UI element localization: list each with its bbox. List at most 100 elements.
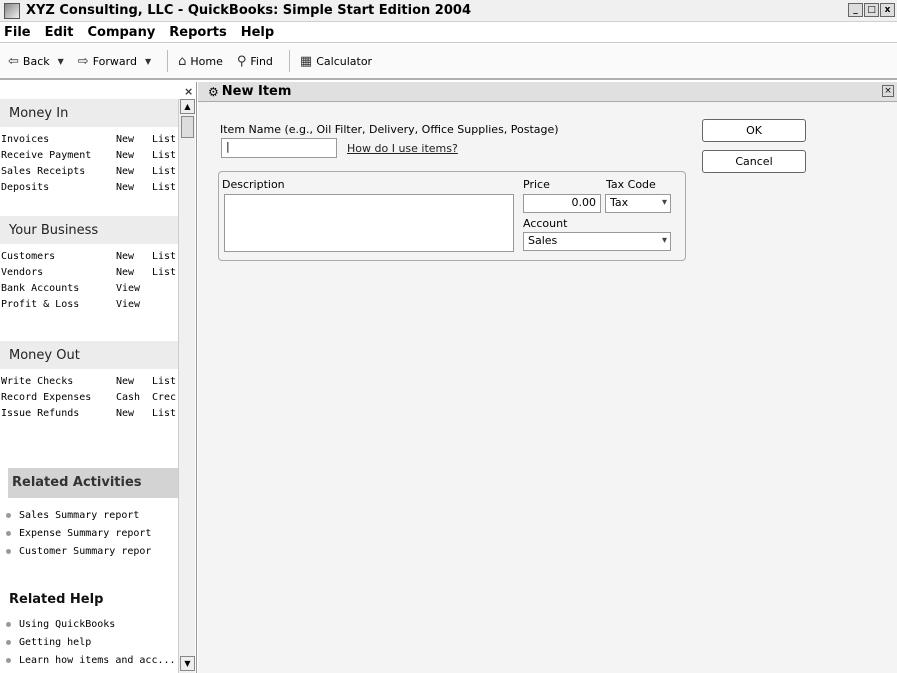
- nav-link-view[interactable]: View: [116, 299, 152, 310]
- menu-help[interactable]: Help: [241, 25, 274, 40]
- scroll-up-icon[interactable]: ▲: [180, 99, 195, 114]
- forward-dropdown-icon[interactable]: ▼: [145, 57, 151, 66]
- list-item: Vendors New List: [0, 264, 178, 280]
- account-select[interactable]: Sales ▾: [523, 232, 671, 251]
- item-name-input[interactable]: |: [221, 138, 337, 158]
- nav-link-write-checks[interactable]: Write Checks: [1, 376, 116, 387]
- bullet-icon: [6, 530, 11, 536]
- menu-edit[interactable]: Edit: [45, 25, 74, 40]
- nav-link-new[interactable]: New: [116, 182, 152, 193]
- scroll-thumb[interactable]: [181, 116, 194, 138]
- nav-link-profit-loss[interactable]: Profit & Loss: [1, 299, 116, 310]
- nav-link-list[interactable]: List: [152, 182, 178, 193]
- price-label: Price: [523, 178, 550, 191]
- nav-link-list[interactable]: List: [152, 150, 178, 161]
- help-link[interactable]: Learn how items and acc...: [19, 655, 176, 666]
- window-title: XYZ Consulting, LLC - QuickBooks: Simple…: [26, 3, 471, 18]
- nav-link-new[interactable]: New: [116, 267, 152, 278]
- nav-link-new[interactable]: New: [116, 251, 152, 262]
- list-item[interactable]: Sales Summary report: [0, 506, 178, 524]
- nav-link-customers[interactable]: Customers: [1, 251, 116, 262]
- nav-link-vendors[interactable]: Vendors: [1, 267, 116, 278]
- close-icon[interactable]: ×: [882, 85, 894, 97]
- nav-link-invoices[interactable]: Invoices: [1, 134, 116, 145]
- chevron-down-icon[interactable]: ▾: [662, 197, 667, 208]
- related-link[interactable]: Expense Summary report: [19, 528, 151, 539]
- new-item-title: New Item: [221, 84, 292, 99]
- new-item-window: ⚙ New Item × Item Name (e.g., Oil Filter…: [198, 82, 897, 673]
- nav-link-list[interactable]: List: [152, 408, 178, 419]
- list-item[interactable]: Customer Summary repor: [0, 542, 178, 560]
- related-help-title: Related Help: [9, 592, 104, 607]
- list-item[interactable]: Using QuickBooks: [0, 615, 178, 633]
- nav-link-new[interactable]: New: [116, 134, 152, 145]
- nav-link-sales-receipts[interactable]: Sales Receipts: [1, 166, 116, 177]
- section-title: Money In: [0, 99, 178, 127]
- chevron-down-icon[interactable]: ▾: [662, 235, 667, 246]
- nav-link-list[interactable]: List: [152, 166, 178, 177]
- forward-button[interactable]: ⇨ Forward ▼: [74, 49, 155, 73]
- close-window-button[interactable]: x: [880, 3, 895, 17]
- nav-link-record-expenses[interactable]: Record Expenses: [1, 392, 116, 403]
- nav-link-list[interactable]: List: [152, 251, 178, 262]
- scroll-down-icon[interactable]: ▼: [180, 656, 195, 671]
- nav-link-new[interactable]: New: [116, 150, 152, 161]
- find-button[interactable]: ⚲ Find: [233, 49, 277, 73]
- section-title: Your Business: [0, 216, 178, 244]
- back-button[interactable]: ⇦ Back ▼: [4, 49, 68, 73]
- nav-link-issue-refunds[interactable]: Issue Refunds: [1, 408, 116, 419]
- list-item[interactable]: Getting help: [0, 633, 178, 651]
- home-button[interactable]: ⌂ Home: [174, 49, 227, 73]
- bullet-icon: [6, 512, 11, 518]
- nav-link-new[interactable]: New: [116, 166, 152, 177]
- menu-company[interactable]: Company: [87, 25, 155, 40]
- nav-link-receive-payment[interactable]: Receive Payment: [1, 150, 116, 161]
- help-link[interactable]: Getting help: [19, 637, 91, 648]
- back-dropdown-icon[interactable]: ▼: [58, 57, 64, 66]
- related-link[interactable]: Sales Summary report: [19, 510, 139, 521]
- navigator-scrollbar[interactable]: ▲ ▼: [178, 99, 195, 673]
- toolbar-separator: [167, 50, 169, 72]
- calculator-button[interactable]: ▦ Calculator: [296, 49, 376, 73]
- nav-link-bank-accounts[interactable]: Bank Accounts: [1, 283, 116, 294]
- nav-link-new[interactable]: New: [116, 376, 152, 387]
- nav-link-list[interactable]: List: [152, 134, 178, 145]
- tax-code-select[interactable]: Tax ▾: [605, 194, 671, 213]
- related-activities-list: Sales Summary report Expense Summary rep…: [0, 506, 178, 560]
- nav-link-new[interactable]: New: [116, 408, 152, 419]
- section-title: Money Out: [0, 341, 178, 369]
- nav-link-credit[interactable]: Crec: [152, 392, 178, 403]
- price-input[interactable]: 0.00: [523, 194, 601, 213]
- description-textarea[interactable]: [224, 194, 514, 252]
- bullet-icon: [6, 548, 11, 554]
- navigator-panel: × ▲ ▼ Money In Invoices New List Receive…: [0, 82, 197, 673]
- nav-link-deposits[interactable]: Deposits: [1, 182, 116, 193]
- help-link[interactable]: Using QuickBooks: [19, 619, 115, 630]
- list-item: Receive Payment New List: [0, 147, 178, 163]
- menu-file[interactable]: File: [4, 25, 31, 40]
- back-label: Back: [22, 54, 50, 68]
- list-item[interactable]: Learn how items and acc...: [0, 651, 178, 669]
- home-label: Home: [190, 54, 223, 68]
- nav-link-cash[interactable]: Cash: [116, 392, 152, 403]
- menu-reports[interactable]: Reports: [169, 25, 226, 40]
- ok-button[interactable]: OK: [702, 119, 806, 142]
- maximize-button[interactable]: □: [864, 3, 879, 17]
- window-controls: _ □ x: [848, 3, 895, 17]
- cancel-button[interactable]: Cancel: [702, 150, 806, 173]
- calculator-icon: ▦: [299, 53, 313, 69]
- related-link[interactable]: Customer Summary repor: [19, 546, 151, 557]
- navigator-close-icon[interactable]: ×: [184, 85, 193, 98]
- list-item: Issue Refunds New List: [0, 405, 178, 421]
- app-icon: [4, 2, 20, 19]
- nav-link-view[interactable]: View: [116, 283, 152, 294]
- list-item[interactable]: Expense Summary report: [0, 524, 178, 542]
- nav-link-list[interactable]: List: [152, 267, 178, 278]
- minimize-button[interactable]: _: [848, 3, 863, 17]
- how-to-use-items-link[interactable]: How do I use items?: [347, 142, 458, 155]
- forward-label: Forward: [92, 54, 137, 68]
- forward-arrow-icon: ⇨: [77, 53, 89, 69]
- list-item: Bank Accounts View: [0, 280, 178, 296]
- list-item: Invoices New List: [0, 131, 178, 147]
- nav-link-list[interactable]: List: [152, 376, 178, 387]
